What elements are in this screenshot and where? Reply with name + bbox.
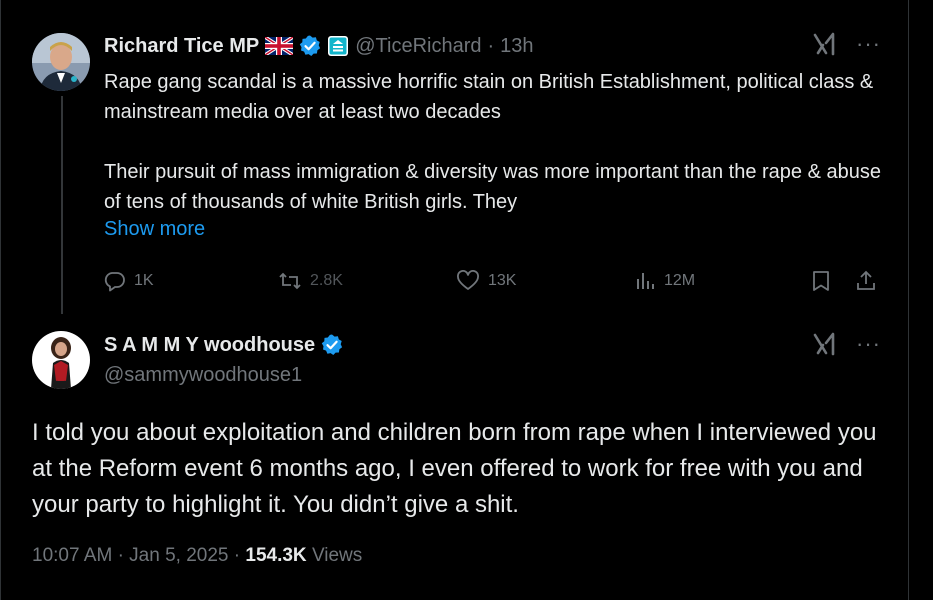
tweet2-header: S A M M Y woodhouse <box>104 331 349 359</box>
separator-dot: · <box>117 545 124 566</box>
tweet1-header: Richard Tice MP @TiceRichard · 13h <box>104 33 540 59</box>
views-button[interactable]: 12M <box>634 262 695 300</box>
verified-badge-icon[interactable] <box>321 334 343 356</box>
tweet2-text: I told you about exploitation and childr… <box>32 419 877 518</box>
avatar-richard-tice[interactable] <box>32 33 90 91</box>
separator-dot: · <box>233 545 241 566</box>
verified-badge-icon[interactable] <box>299 35 321 57</box>
tweet2-meta: 10:07 AM · Jan 5, 2025 · 154.3K Views <box>32 545 362 567</box>
tweet1-paragraph-1: Rape gang scandal is a massive horrific … <box>104 71 874 123</box>
tweet-time[interactable]: 13h <box>500 35 533 58</box>
views-label: Views <box>311 545 363 566</box>
right-border <box>908 0 909 600</box>
tweet1-tools: ··· <box>812 31 881 57</box>
more-options-icon[interactable]: ··· <box>856 33 881 55</box>
like-count: 13K <box>488 272 517 289</box>
user-handle[interactable]: @TiceRichard <box>355 35 481 58</box>
reply-button[interactable]: 1K <box>104 262 154 300</box>
views-count: 12M <box>664 272 696 289</box>
tweet1-action-bar: 1K 2.8K 13K 12M <box>104 262 884 300</box>
reply-count: 1K <box>134 272 154 289</box>
tweet1-paragraph-2: Their pursuit of mass immigration & dive… <box>104 161 881 213</box>
reply-icon <box>104 272 125 292</box>
repost-button[interactable]: 2.8K <box>278 262 343 300</box>
separator-dot: · <box>487 34 495 57</box>
views-count: 154.3K <box>245 545 307 566</box>
affiliate-badge-icon[interactable] <box>327 35 349 57</box>
tweet-time[interactable]: 10:07 AM <box>32 545 112 566</box>
uk-flag-icon <box>264 35 295 57</box>
share-button[interactable] <box>854 262 886 300</box>
avatar-sammy-woodhouse[interactable] <box>32 331 90 389</box>
tweet2-tools: ··· <box>812 331 881 357</box>
display-name[interactable]: S A M M Y woodhouse <box>104 334 315 357</box>
user-handle[interactable]: @sammywoodhouse1 <box>104 364 302 387</box>
bookmark-icon <box>813 271 829 291</box>
heart-icon <box>457 270 479 290</box>
share-icon <box>857 270 875 290</box>
bookmark-button[interactable] <box>810 262 840 300</box>
repost-count: 2.8K <box>310 272 343 289</box>
like-button[interactable]: 13K <box>456 262 516 300</box>
display-name[interactable]: Richard Tice MP <box>104 35 259 58</box>
tweet-date[interactable]: Jan 5, 2025 <box>129 545 228 566</box>
show-more-link[interactable]: Show more <box>104 218 205 241</box>
grok-icon[interactable] <box>812 331 838 357</box>
left-border <box>0 0 1 600</box>
more-options-icon[interactable]: ··· <box>856 333 881 355</box>
thread-connector-line <box>61 96 63 314</box>
tweet1-text: Rape gang scandal is a massive horrific … <box>104 67 894 217</box>
views-chart-icon <box>637 273 654 289</box>
repost-icon <box>279 272 301 290</box>
grok-icon[interactable] <box>812 31 838 57</box>
